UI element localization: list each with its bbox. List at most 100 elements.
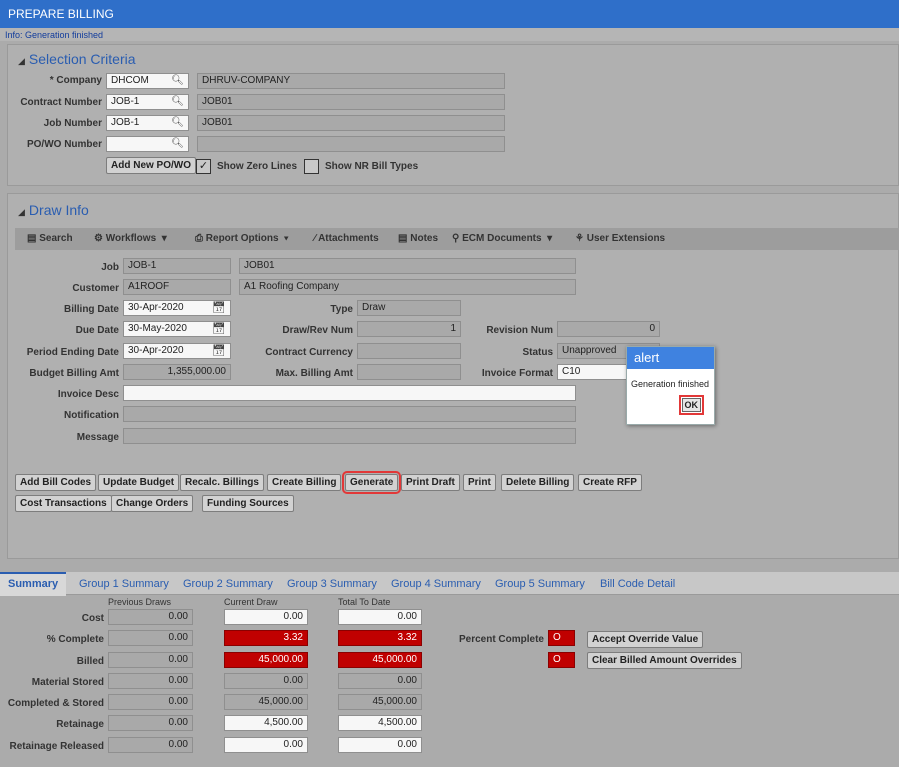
revision-num-label: Revision Num bbox=[486, 325, 553, 336]
cost-previous: 0.00 bbox=[108, 609, 193, 625]
tab-summary[interactable]: Summary bbox=[0, 572, 67, 596]
delete-billing-button[interactable]: Delete Billing bbox=[501, 474, 575, 491]
tab-group-5-summary[interactable]: Group 5 Summary bbox=[495, 578, 585, 590]
search-icon: ▤ bbox=[27, 233, 40, 244]
clear-billed-amount-overrides-button[interactable]: Clear Billed Amount Overrides bbox=[587, 652, 742, 669]
contract-currency-field bbox=[357, 343, 461, 359]
search-icon[interactable]: 🔍︎ bbox=[171, 138, 184, 149]
toolbar-search[interactable]: ▤ Search bbox=[27, 233, 73, 244]
toolbar-user-extensions[interactable]: ⚘ User Extensions bbox=[575, 233, 665, 244]
add-bill-codes-button[interactable]: Add Bill Codes bbox=[15, 474, 97, 491]
company-input[interactable]: DHCOM 🔍︎ bbox=[106, 73, 189, 89]
accept-override-value-button[interactable]: Accept Override Value bbox=[587, 631, 704, 648]
create-billing-button[interactable]: Create Billing bbox=[267, 474, 342, 491]
percent-complete-total: 3.32 bbox=[338, 630, 422, 646]
invoice-desc-label: Invoice Desc bbox=[57, 389, 119, 400]
max-billing-amt-field bbox=[357, 364, 461, 380]
tab-group-4-summary[interactable]: Group 4 Summary bbox=[391, 578, 481, 590]
toolbar-workflows[interactable]: ⚙ Workflows ▾ bbox=[94, 233, 167, 244]
cost-transactions-button[interactable]: Cost Transactions bbox=[15, 495, 112, 512]
create-rfp-button[interactable]: Create RFP bbox=[578, 474, 642, 491]
search-icon[interactable]: 🔍︎ bbox=[171, 117, 184, 128]
collapse-triangle-icon: ◢ bbox=[18, 56, 25, 66]
retainage-previous: 0.00 bbox=[108, 715, 193, 731]
invoice-format-label: Invoice Format bbox=[481, 368, 553, 379]
customer-name-field: A1 Roofing Company bbox=[239, 279, 576, 295]
toolbar-report-options[interactable]: ⎙ Report Options ▾ bbox=[195, 233, 288, 244]
print-button[interactable]: Print bbox=[463, 474, 496, 491]
job-name-field: JOB01 bbox=[239, 258, 576, 274]
job-name-field: JOB01 bbox=[197, 115, 505, 131]
toolbar-notes[interactable]: ▤ Notes bbox=[398, 233, 438, 244]
billed-override-flag: O bbox=[548, 652, 575, 668]
search-icon[interactable]: 🔍︎ bbox=[171, 75, 184, 86]
alert-title: alert bbox=[627, 347, 714, 369]
show-nr-bill-types-checkbox[interactable] bbox=[304, 159, 319, 174]
generate-button[interactable]: Generate bbox=[341, 471, 402, 494]
printer-icon: ⎙ bbox=[195, 233, 206, 244]
period-ending-date-input[interactable]: 30-Apr-2020 📅︎ bbox=[123, 343, 231, 359]
contract-number-input[interactable]: JOB-1 🔍︎ bbox=[106, 94, 189, 110]
tab-group-3-summary[interactable]: Group 3 Summary bbox=[287, 578, 377, 590]
revision-num-field: 0 bbox=[557, 321, 660, 337]
calendar-icon[interactable]: 📅︎ bbox=[212, 301, 226, 314]
powo-name-field bbox=[197, 136, 505, 152]
material-stored-current: 0.00 bbox=[224, 673, 308, 689]
workflow-icon: ⚙ bbox=[94, 233, 106, 244]
funding-sources-button[interactable]: Funding Sources bbox=[202, 495, 294, 512]
update-budget-button[interactable]: Update Budget bbox=[98, 474, 180, 491]
billing-date-input[interactable]: 30-Apr-2020 📅︎ bbox=[123, 300, 231, 316]
toolbar-attachments[interactable]: ∕ Attachments bbox=[314, 233, 379, 244]
billed-current[interactable]: 45,000.00 bbox=[224, 652, 308, 668]
type-field: Draw bbox=[357, 300, 461, 316]
toolbar-ecm-documents[interactable]: ⚲ ECM Documents ▾ bbox=[452, 233, 552, 244]
status-label: Status bbox=[522, 347, 553, 358]
material-stored-total: 0.00 bbox=[338, 673, 422, 689]
change-orders-button[interactable]: Change Orders bbox=[111, 495, 194, 512]
calendar-icon[interactable]: 📅︎ bbox=[212, 344, 226, 357]
contract-number-label: Contract Number bbox=[20, 97, 102, 108]
tab-group-2-summary[interactable]: Group 2 Summary bbox=[183, 578, 273, 590]
tab-bill-code-detail[interactable]: Bill Code Detail bbox=[600, 578, 675, 590]
tab-group-1-summary[interactable]: Group 1 Summary bbox=[79, 578, 169, 590]
show-zero-lines-checkbox[interactable]: ✓ bbox=[196, 159, 211, 174]
contract-name-field: JOB01 bbox=[197, 94, 505, 110]
due-date-input[interactable]: 30-May-2020 📅︎ bbox=[123, 321, 231, 337]
chevron-down-icon: ▾ bbox=[156, 233, 167, 244]
powo-number-input[interactable]: 🔍︎ bbox=[106, 136, 189, 152]
row-label-retainage-released: Retainage Released bbox=[9, 741, 105, 752]
completed-stored-current: 45,000.00 bbox=[224, 694, 308, 710]
job-field: JOB-1 bbox=[123, 258, 231, 274]
draw-info-header[interactable]: ◢ Draw Info bbox=[18, 202, 89, 218]
hierarchy-icon: ⚘ bbox=[575, 233, 587, 244]
company-name-field: DHRUV-COMPANY bbox=[197, 73, 505, 89]
billing-date-label: Billing Date bbox=[63, 304, 119, 315]
selection-criteria-header[interactable]: ◢ Selection Criteria bbox=[18, 51, 136, 67]
percent-complete-override-label: Percent Complete bbox=[458, 634, 544, 645]
budget-billing-amt-label: Budget Billing Amt bbox=[29, 368, 119, 379]
invoice-format-input[interactable]: C10 bbox=[557, 364, 627, 380]
message-field bbox=[123, 428, 576, 444]
row-label-retainage: Retainage bbox=[56, 719, 104, 730]
search-icon[interactable]: 🔍︎ bbox=[171, 96, 184, 107]
cost-current[interactable]: 0.00 bbox=[224, 609, 308, 625]
invoice-desc-input[interactable] bbox=[123, 385, 576, 401]
retainage-released-current[interactable]: 0.00 bbox=[224, 737, 308, 753]
percent-complete-current[interactable]: 3.32 bbox=[224, 630, 308, 646]
job-number-input[interactable]: JOB-1 🔍︎ bbox=[106, 115, 189, 131]
notification-field bbox=[123, 406, 576, 422]
chevron-down-icon: ▾ bbox=[541, 233, 553, 244]
alert-ok-button[interactable]: OK bbox=[678, 395, 704, 415]
retainage-current[interactable]: 4,500.00 bbox=[224, 715, 308, 731]
alert-message: Generation finished bbox=[631, 379, 710, 389]
add-new-powo-button[interactable]: Add New PO/WO bbox=[106, 157, 196, 174]
type-label: Type bbox=[330, 304, 353, 315]
retainage-released-total: 0.00 bbox=[338, 737, 422, 753]
recalc-billings-button[interactable]: Recalc. Billings bbox=[180, 474, 264, 491]
retainage-released-previous: 0.00 bbox=[108, 737, 193, 753]
budget-billing-amt-field: 1,355,000.00 bbox=[123, 364, 231, 380]
calendar-icon[interactable]: 📅︎ bbox=[212, 322, 226, 335]
app-title: PREPARE BILLING bbox=[0, 0, 899, 28]
print-draft-button[interactable]: Print Draft bbox=[401, 474, 460, 491]
job-label: Job bbox=[101, 262, 119, 273]
